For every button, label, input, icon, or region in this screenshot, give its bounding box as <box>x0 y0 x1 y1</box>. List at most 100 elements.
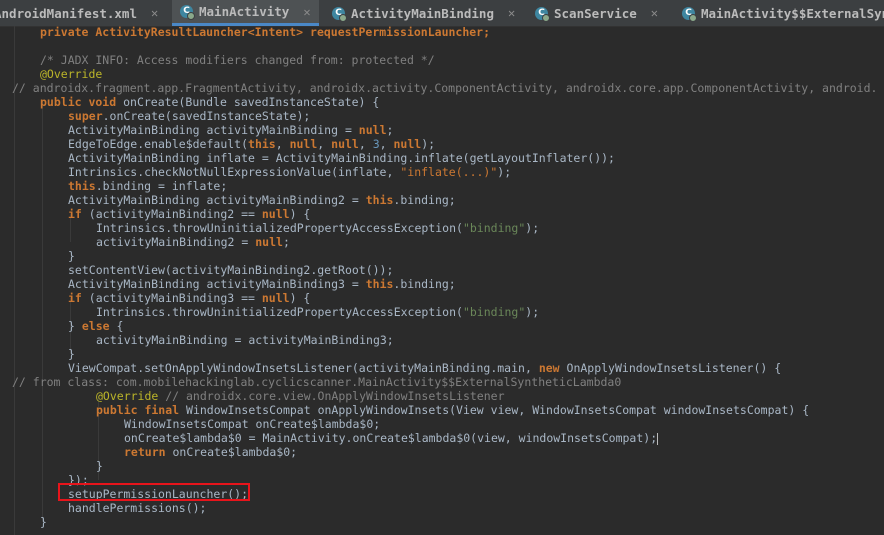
code-line: } <box>68 249 75 263</box>
code-token: if <box>68 291 82 305</box>
code-token: (activityMainBinding2 == <box>81 207 262 221</box>
code-line: EdgeToEdge.enable$default(this, null, nu… <box>68 137 436 151</box>
code-line: } else { <box>68 319 123 333</box>
code-line: } <box>96 459 103 473</box>
tab-mainactivity[interactable]: C MainActivity ✕ <box>172 0 319 26</box>
code-token: this <box>248 137 276 151</box>
code-token: onCreate$lambda$0 = MainActivity.onCreat… <box>124 431 658 445</box>
code-line: onCreate$lambda$0 = MainActivity.onCreat… <box>124 431 659 445</box>
code-line: handlePermissions(); <box>68 501 207 515</box>
code-token: ) { <box>289 291 311 305</box>
close-icon[interactable]: ✕ <box>508 6 515 20</box>
code-token: .binding = inflate; <box>95 179 228 193</box>
code-token: Intrinsics.throwUninitializedPropertyAcc… <box>96 221 463 235</box>
code-token: else <box>81 319 110 333</box>
code-line: ViewCompat.setOnApplyWindowInsetsListene… <box>68 361 781 375</box>
tab-label: ScanService <box>554 5 637 21</box>
code-line: this.binding = inflate; <box>68 179 227 193</box>
code-line: // androidx.fragment.app.FragmentActivit… <box>12 81 878 95</box>
code-token: this <box>68 179 96 193</box>
code-token: activityMainBinding2 = <box>96 235 256 249</box>
tab-label: MainActivity$$ExternalSynt <box>701 5 884 21</box>
code-token: 3 <box>372 137 380 151</box>
editor-tab-bar: AndroidManifest.xml ✕ C MainActivity ✕ C… <box>0 0 884 27</box>
tab-scanservice[interactable]: C ScanService ✕ <box>535 0 658 26</box>
code-line: Intrinsics.throwUninitializedPropertyAcc… <box>96 221 539 235</box>
code-token: .binding; <box>393 193 456 207</box>
code-line: setContentView(activityMainBinding2.getR… <box>68 263 394 277</box>
code-token: WindowInsetsCompat onApplyWindowInsets(V… <box>179 403 810 417</box>
text-caret <box>657 432 659 445</box>
class-icon: C <box>682 6 697 22</box>
highlight-box <box>58 483 250 501</box>
code-line: ActivityMainBinding activityMainBinding2… <box>68 193 456 207</box>
code-token: null <box>331 137 359 151</box>
close-icon[interactable]: ✕ <box>651 6 658 20</box>
code-line: Intrinsics.throwUninitializedPropertyAcc… <box>96 305 539 319</box>
code-token: ); <box>525 305 540 319</box>
code-token: null <box>261 291 290 305</box>
indent-guide <box>14 26 15 535</box>
tab-activitymainbinding[interactable]: C ActivityMainBinding ✕ <box>332 0 515 26</box>
code-text: private ActivityResultLauncher<Intent> r… <box>40 26 491 39</box>
code-line: // from class: com.mobilehackinglab.cycl… <box>12 375 622 389</box>
code-token: this <box>365 193 394 207</box>
code-token: @Override <box>96 389 159 403</box>
code-line: public void onCreate(Bundle savedInstanc… <box>40 95 379 109</box>
code-token: "inflate(...)" <box>400 165 498 179</box>
code-token: this <box>365 277 394 291</box>
code-line: } <box>40 515 47 529</box>
code-line: ActivityMainBinding inflate = ActivityMa… <box>68 151 615 165</box>
code-token: ActivityMainBinding activityMainBinding2… <box>68 193 366 207</box>
code-token: .binding; <box>393 277 456 291</box>
code-token: ViewCompat.setOnApplyWindowInsetsListene… <box>68 361 539 375</box>
code-line: } <box>68 347 75 361</box>
close-icon[interactable]: ✕ <box>151 6 158 20</box>
code-token: public void <box>40 95 117 109</box>
code-line: super.onCreate(savedInstanceState); <box>68 109 310 123</box>
tab-label: AndroidManifest.xml <box>0 5 137 21</box>
class-icon: C <box>332 6 347 22</box>
code-token: return <box>124 445 166 459</box>
code-token: null <box>358 123 387 137</box>
code-line: @Override // androidx.core.view.OnApplyW… <box>96 389 505 403</box>
code-line: Intrinsics.checkNotNullExpressionValue(i… <box>68 165 511 179</box>
code-line: @Override <box>40 67 103 81</box>
code-line: ActivityMainBinding activityMainBinding3… <box>68 277 456 291</box>
code-token: Intrinsics.checkNotNullExpressionValue(i… <box>68 165 401 179</box>
code-token: ) { <box>289 207 311 221</box>
code-line: if (activityMainBinding3 == null) { <box>68 291 310 305</box>
code-token: if <box>68 207 82 221</box>
code-token: null <box>289 137 318 151</box>
tab-mainactivity-externalsynthetic[interactable]: C MainActivity$$ExternalSynt <box>682 0 884 26</box>
code-token: "binding" <box>462 305 526 319</box>
code-token: { <box>109 319 124 333</box>
tab-label: MainActivity <box>199 4 290 19</box>
code-line: public final WindowInsetsCompat onApplyW… <box>96 403 809 417</box>
code-token: EdgeToEdge.enable$default( <box>68 137 249 151</box>
code-line: activityMainBinding2 = null; <box>96 235 290 249</box>
tab-label: ActivityMainBinding <box>351 5 494 21</box>
code-token: .onCreate(savedInstanceState); <box>102 109 311 123</box>
code-token: super <box>68 109 103 123</box>
class-icon: C <box>180 5 195 20</box>
code-token: (activityMainBinding3 == <box>81 291 262 305</box>
code-token: // androidx.core.view.OnApplyWindowInset… <box>158 389 505 403</box>
code-token: null <box>261 207 290 221</box>
tab-androidmanifest[interactable]: AndroidManifest.xml ✕ <box>0 0 158 26</box>
code-token: null <box>255 235 283 249</box>
code-line: activityMainBinding = activityMainBindin… <box>96 333 394 347</box>
code-token: onCreate(Bundle savedInstanceState) { <box>116 95 380 109</box>
code-token: Intrinsics.throwUninitializedPropertyAcc… <box>96 305 463 319</box>
code-line: if (activityMainBinding2 == null) { <box>68 207 310 221</box>
code-token: } <box>68 319 82 333</box>
code-line: /* JADX INFO: Access modifiers changed f… <box>40 53 435 67</box>
code-token: "binding" <box>462 221 526 235</box>
close-icon[interactable]: ✕ <box>303 5 310 19</box>
code-line: private ActivityResultLauncher<Intent> r… <box>40 26 490 39</box>
code-token: OnApplyWindowInsetsListener() { <box>559 361 782 375</box>
code-token: onCreate$lambda$0; <box>165 445 298 459</box>
code-editor[interactable]: private ActivityResultLauncher<Intent> r… <box>0 26 884 535</box>
code-token: ActivityMainBinding activityMainBinding3… <box>68 277 366 291</box>
code-token: ); <box>497 165 512 179</box>
